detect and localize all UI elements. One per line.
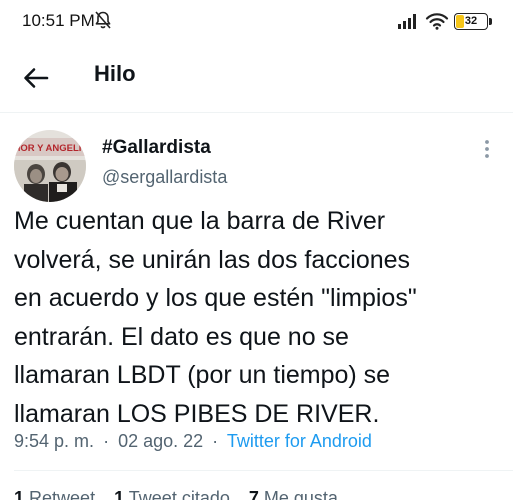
tweet-stats: 1 Retweet 1 Tweet citado 7 Me gusta bbox=[14, 488, 352, 500]
quotes-stat[interactable]: 1 Tweet citado bbox=[114, 488, 230, 500]
more-options-icon[interactable] bbox=[479, 138, 495, 160]
header-divider bbox=[0, 112, 513, 113]
tweet-meta: 9:54 p. m. · 02 ago. 22 · Twitter for An… bbox=[14, 431, 372, 452]
battery-icon: 32 bbox=[454, 13, 488, 30]
tweet-time[interactable]: 9:54 p. m. bbox=[14, 431, 94, 451]
author-handle[interactable]: @sergallardista bbox=[102, 167, 227, 188]
back-arrow-icon[interactable] bbox=[22, 64, 50, 92]
thread-header: Hilo bbox=[0, 52, 513, 108]
stats-divider bbox=[14, 470, 513, 471]
likes-stat[interactable]: 7 Me gusta bbox=[249, 488, 338, 500]
page-title: Hilo bbox=[94, 61, 136, 86]
wifi-icon bbox=[425, 13, 449, 30]
bell-off-icon bbox=[95, 11, 111, 29]
battery-tip bbox=[489, 18, 492, 25]
tweet-text: Me cuentan que la barra de River volverá… bbox=[14, 207, 417, 428]
avatar[interactable]: AMOR Y ANGELITO bbox=[14, 130, 86, 202]
meta-separator: · bbox=[212, 431, 219, 451]
status-bar: 10:51 PM 32 bbox=[0, 0, 513, 44]
tweet-date[interactable]: 02 ago. 22 bbox=[118, 431, 203, 451]
quotes-count: 1 bbox=[114, 488, 125, 500]
meta-separator: · bbox=[103, 431, 110, 451]
retweets-count: 1 bbox=[14, 488, 25, 500]
likes-label: Me gusta bbox=[263, 488, 338, 500]
tweet-client-link[interactable]: Twitter for Android bbox=[227, 431, 372, 451]
status-time: 10:51 PM bbox=[22, 11, 95, 30]
avatar-caption: AMOR Y ANGELITO bbox=[14, 143, 86, 154]
author-display-name[interactable]: #Gallardista bbox=[102, 137, 211, 159]
retweets-label: Retweet bbox=[29, 488, 96, 500]
retweets-stat[interactable]: 1 Retweet bbox=[14, 488, 95, 500]
likes-count: 7 bbox=[248, 488, 259, 500]
signal-icon bbox=[398, 14, 416, 29]
battery-level: 32 bbox=[464, 15, 478, 27]
quotes-label: Tweet citado bbox=[128, 488, 230, 500]
